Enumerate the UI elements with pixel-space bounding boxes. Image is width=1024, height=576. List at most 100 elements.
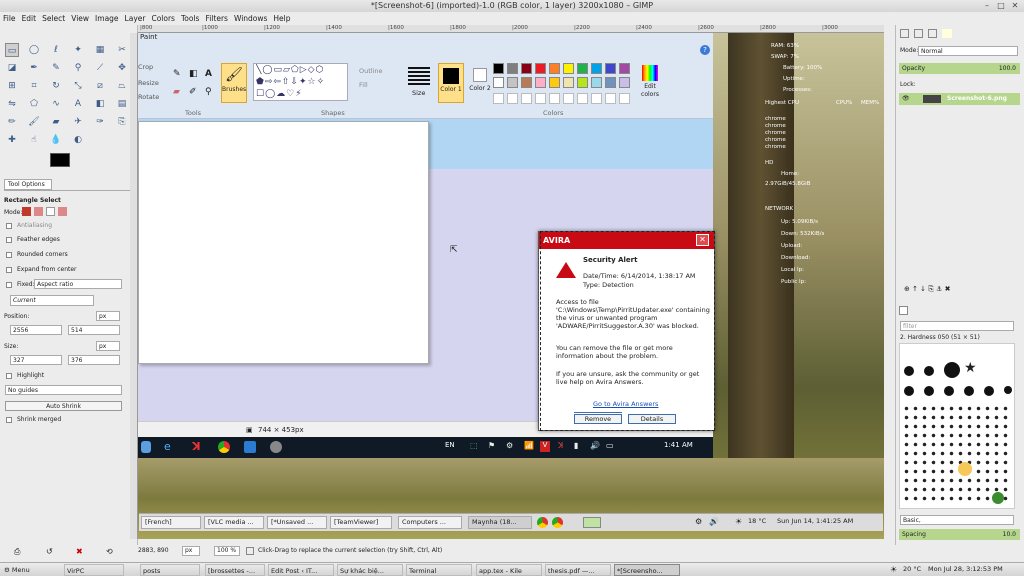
palette-swatch[interactable]: [507, 63, 518, 74]
brush-item[interactable]: [904, 386, 914, 396]
perspective-tool-icon[interactable]: ⏢: [115, 79, 129, 93]
warp-tool-icon[interactable]: ∿: [49, 97, 63, 111]
menu-colors[interactable]: Colors: [148, 12, 178, 25]
taskbar-item[interactable]: [brossettes -...: [205, 564, 265, 576]
menu-image[interactable]: Image: [92, 12, 122, 25]
eraser-icon[interactable]: ▰: [173, 87, 180, 97]
taskbar-item[interactable]: thesis.pdf —...: [545, 564, 611, 576]
palette-swatch[interactable]: [535, 63, 546, 74]
palette-swatch[interactable]: [577, 63, 588, 74]
rotate-tool-icon[interactable]: ↻: [49, 79, 63, 93]
menu-edit[interactable]: Edit: [19, 12, 40, 25]
pencil-tool-icon[interactable]: ✏: [5, 115, 19, 129]
tray-icon[interactable]: ▭: [606, 441, 614, 450]
brush-star-icon[interactable]: ★: [964, 360, 977, 376]
desktop-clock[interactable]: Sun Jun 14, 1:41:25 AM: [777, 517, 853, 525]
palette-swatch[interactable]: [619, 63, 630, 74]
color-picker-tool-icon[interactable]: ✎: [49, 61, 63, 75]
palette-swatch[interactable]: [591, 77, 602, 88]
start-menu-button[interactable]: ⚙ Menu: [2, 564, 42, 576]
workspace-switcher[interactable]: [583, 517, 601, 528]
dodge-tool-icon[interactable]: ◐: [71, 133, 85, 147]
tab-undo-icon[interactable]: [942, 29, 952, 38]
tray-icon[interactable]: ⚑: [488, 441, 495, 450]
pencil-icon[interactable]: ✎: [173, 69, 181, 79]
start-icon[interactable]: [141, 441, 151, 453]
taskbar-item[interactable]: Sự khác biệ...: [337, 564, 403, 576]
size-icon[interactable]: [408, 67, 430, 85]
smudge-tool-icon[interactable]: ☝: [27, 133, 41, 147]
color2-button[interactable]: Color 2: [468, 63, 492, 103]
menu-windows[interactable]: Windows: [231, 12, 270, 25]
menu-layer[interactable]: Layer: [122, 12, 149, 25]
taskbar-item[interactable]: VirPC: [64, 564, 124, 576]
palette-swatch[interactable]: [549, 63, 560, 74]
menu-tools[interactable]: Tools: [178, 12, 202, 25]
palette-empty-swatch[interactable]: [577, 93, 588, 104]
scissors-tool-icon[interactable]: ✂: [115, 43, 129, 57]
palette-swatch[interactable]: [549, 77, 560, 88]
taskbar-item[interactable]: Maynha (18...: [468, 516, 532, 529]
palette-swatch[interactable]: [605, 77, 616, 88]
move-tool-icon[interactable]: ✥: [115, 61, 129, 75]
taskbar-item[interactable]: [TeamViewer]: [330, 516, 392, 529]
tray-icon[interactable]: ▮: [574, 441, 578, 450]
foreground-select-tool-icon[interactable]: ◪: [5, 61, 19, 75]
layer-name[interactable]: Screenshot-6.png: [947, 93, 1007, 105]
cage-tool-icon[interactable]: ⬠: [27, 97, 41, 111]
tab-tool-options[interactable]: Tool Options: [4, 179, 52, 190]
tab-channels-icon[interactable]: [914, 29, 923, 38]
palette-swatch[interactable]: [493, 77, 504, 88]
tab-paths-icon[interactable]: [928, 29, 937, 38]
maximize-icon[interactable]: □: [994, 1, 1008, 11]
ie-icon[interactable]: e: [164, 440, 171, 453]
volume-icon[interactable]: 🔊: [590, 441, 600, 450]
expand-checkbox[interactable]: [6, 267, 12, 273]
menu-select[interactable]: Select: [39, 12, 68, 25]
feather-checkbox[interactable]: [6, 237, 12, 243]
network-icon[interactable]: 📶: [524, 441, 534, 450]
zoom-select[interactable]: 100 %: [214, 546, 240, 556]
align-tool-icon[interactable]: ⊞: [5, 79, 19, 93]
reset-options-icon[interactable]: ⟲: [106, 547, 113, 556]
rounded-checkbox[interactable]: [6, 252, 12, 258]
fill-icon[interactable]: ◧: [189, 69, 198, 79]
shear-tool-icon[interactable]: ⧄: [93, 79, 107, 93]
palette-swatch[interactable]: [563, 63, 574, 74]
clone-tool-icon[interactable]: ⎘: [115, 115, 129, 129]
restore-options-icon[interactable]: ↺: [46, 547, 53, 556]
avira-icon[interactable]: ꓘ: [192, 440, 201, 453]
brush-item[interactable]: [984, 386, 994, 396]
visibility-eye-icon[interactable]: 👁: [902, 93, 910, 105]
menu-file[interactable]: File: [0, 12, 19, 25]
taskbar-item[interactable]: app.tex - Kile: [476, 564, 542, 576]
brush-item[interactable]: [924, 366, 934, 376]
palette-empty-swatch[interactable]: [591, 93, 602, 104]
mode-replace-icon[interactable]: [22, 207, 31, 216]
delete-options-icon[interactable]: ✖: [76, 547, 83, 556]
taskbar-item[interactable]: [VLC media ...: [204, 516, 264, 529]
free-select-tool-icon[interactable]: ℓ: [49, 43, 63, 57]
color1-button[interactable]: Color 1: [438, 63, 464, 103]
fuzzy-select-tool-icon[interactable]: ✦: [71, 43, 85, 57]
palette-empty-swatch[interactable]: [493, 93, 504, 104]
paths-tool-icon[interactable]: ✒: [27, 61, 41, 75]
fixed-dropdown[interactable]: Aspect ratio: [34, 279, 122, 289]
position-x-input[interactable]: 2556: [10, 325, 62, 335]
palette-swatch[interactable]: [521, 77, 532, 88]
palette-swatch[interactable]: [619, 77, 630, 88]
position-y-input[interactable]: 514: [68, 325, 120, 335]
select-by-color-tool-icon[interactable]: ▦: [93, 43, 107, 57]
outline-dropdown[interactable]: Outline: [359, 67, 383, 75]
foreground-color-swatch[interactable]: [50, 153, 70, 167]
chrome-icon[interactable]: [218, 441, 230, 453]
zoom-tool-icon[interactable]: ⚲: [71, 61, 85, 75]
menu-view[interactable]: View: [68, 12, 92, 25]
win-clock[interactable]: 1:41 AM: [664, 441, 693, 449]
fill-dropdown[interactable]: Fill: [359, 81, 368, 89]
tab-brushes-icon[interactable]: [899, 306, 908, 315]
avira-tray-icon[interactable]: V: [540, 441, 550, 452]
brush-item[interactable]: [904, 366, 914, 376]
eraser-tool-icon[interactable]: ▰: [49, 115, 63, 129]
measure-tool-icon[interactable]: ⟋: [93, 61, 107, 75]
